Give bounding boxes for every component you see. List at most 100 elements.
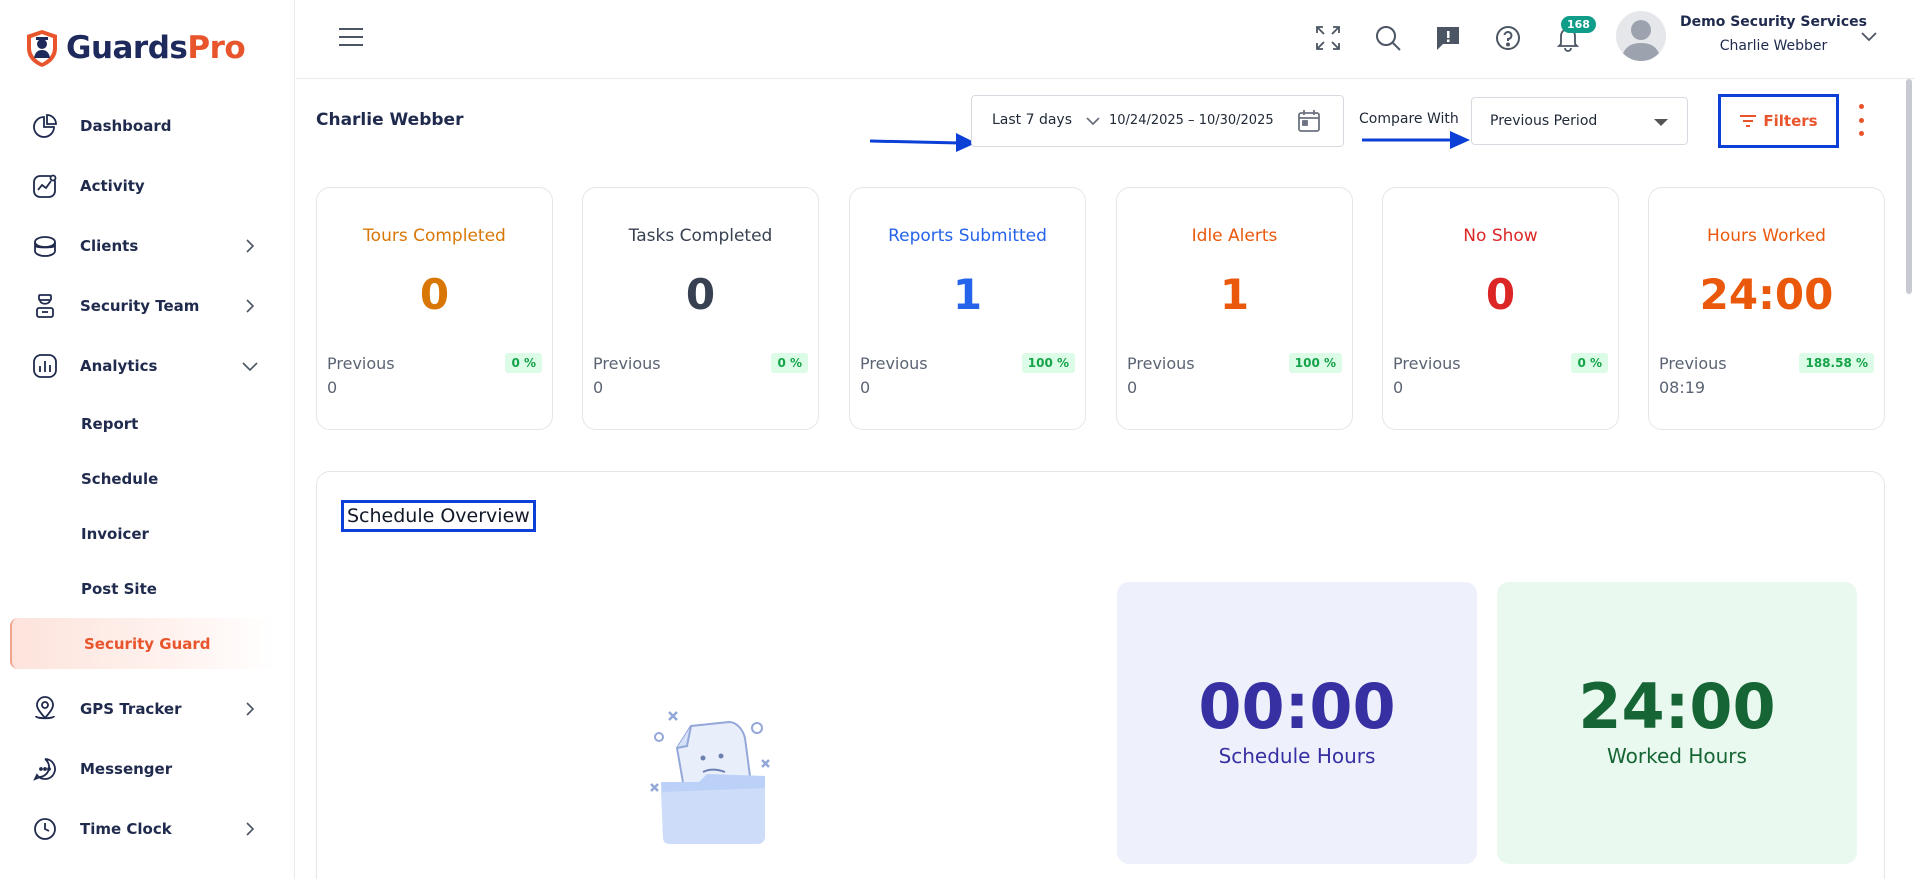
stat-previous-label: Previous bbox=[327, 354, 395, 373]
stat-previous-value: 0 bbox=[1393, 378, 1404, 397]
stat-value: 1 bbox=[1219, 270, 1250, 319]
top-header: 168 Demo Security Services Charlie Webbe… bbox=[296, 0, 1915, 79]
worked-hours-value: 24:00 bbox=[1578, 670, 1776, 743]
empty-folder-illustration-icon bbox=[650, 711, 770, 844]
sidebar-subitem-invoicer[interactable]: Invoicer bbox=[0, 506, 295, 561]
sidebar-item-gps-tracker[interactable]: GPS Tracker bbox=[0, 679, 295, 739]
filter-icon bbox=[1740, 115, 1757, 127]
sidebar-item-label: GPS Tracker bbox=[80, 700, 182, 718]
company-name: Demo Security Services bbox=[1680, 14, 1867, 30]
clock-icon bbox=[30, 814, 60, 844]
fullscreen-icon[interactable] bbox=[1312, 22, 1344, 54]
sidebar-item-label: Time Clock bbox=[80, 820, 172, 838]
sidebar-item-label: Clients bbox=[80, 237, 139, 255]
stat-change-badge: 0 % bbox=[505, 353, 542, 373]
sidebar-item-time-clock[interactable]: Time Clock bbox=[0, 799, 295, 859]
schedule-hours-box: 00:00 Schedule Hours bbox=[1117, 582, 1477, 864]
compare-with-label: Compare With bbox=[1359, 111, 1459, 127]
hamburger-menu-icon[interactable] bbox=[338, 26, 364, 48]
chevron-down-icon[interactable] bbox=[1085, 115, 1101, 127]
more-options-icon[interactable] bbox=[1856, 104, 1866, 136]
stat-previous-value: 0 bbox=[327, 378, 338, 397]
stat-value: 1 bbox=[952, 270, 983, 319]
stat-change-badge: 100 % bbox=[1021, 353, 1075, 373]
sidebar-item-label: Messenger bbox=[80, 760, 173, 778]
stat-previous-value: 0 bbox=[1127, 378, 1138, 397]
schedule-hours-label: Schedule Hours bbox=[1218, 744, 1376, 768]
sidebar-item-label: Dashboard bbox=[80, 117, 172, 135]
location-pin-icon bbox=[30, 694, 60, 724]
guard-icon bbox=[30, 291, 60, 321]
sidebar-item-label: Activity bbox=[80, 177, 145, 195]
sidebar-item-activity[interactable]: Activity bbox=[0, 156, 295, 216]
stat-previous-label: Previous bbox=[1127, 354, 1195, 373]
date-range-preset[interactable]: Last 7 days bbox=[992, 112, 1072, 128]
page-scrollbar[interactable] bbox=[1906, 79, 1912, 294]
brand-name-part1: Guards bbox=[66, 30, 188, 66]
worked-hours-label: Worked Hours bbox=[1607, 744, 1747, 768]
filters-button[interactable]: Filters bbox=[1718, 94, 1839, 148]
stat-value: 0 bbox=[1485, 270, 1516, 319]
chat-bubble-icon bbox=[30, 754, 60, 784]
stat-card-idle-alerts: Idle Alerts 1 Previous 0 100 % bbox=[1116, 187, 1353, 430]
stat-change-badge: 0 % bbox=[771, 353, 808, 373]
activity-chart-icon bbox=[30, 171, 60, 201]
stat-title: No Show bbox=[1463, 226, 1538, 246]
sidebar-subitem-report[interactable]: Report bbox=[0, 396, 295, 451]
stat-cards: Tours Completed 0 Previous 0 0 % Tasks C… bbox=[316, 187, 1885, 430]
stat-card-tasks-completed: Tasks Completed 0 Previous 0 0 % bbox=[582, 187, 819, 430]
stat-change-badge: 0 % bbox=[1571, 353, 1608, 373]
brand-name-part2: Pro bbox=[187, 30, 246, 66]
stat-change-badge: 100 % bbox=[1288, 353, 1342, 373]
sidebar-item-label: Security Team bbox=[80, 297, 200, 315]
stat-previous-label: Previous bbox=[860, 354, 928, 373]
sidebar-item-dashboard[interactable]: Dashboard bbox=[0, 96, 295, 156]
caret-down-icon bbox=[1654, 119, 1668, 126]
chevron-right-icon bbox=[246, 822, 255, 836]
stat-title: Idle Alerts bbox=[1191, 226, 1278, 246]
brand-logo[interactable]: GuardsPro bbox=[24, 28, 246, 68]
calendar-icon[interactable] bbox=[1296, 108, 1322, 134]
sidebar-item-messenger[interactable]: Messenger bbox=[0, 739, 295, 799]
sidebar-subitem-security-guard[interactable]: Security Guard bbox=[10, 618, 275, 669]
compare-period-select[interactable]: Previous Period bbox=[1471, 97, 1688, 145]
stat-card-tours-completed: Tours Completed 0 Previous 0 0 % bbox=[316, 187, 553, 430]
chevron-right-icon bbox=[246, 239, 255, 253]
date-range-picker[interactable]: Last 7 days 10/24/2025 – 10/30/2025 bbox=[971, 95, 1344, 147]
notification-count-badge: 168 bbox=[1561, 16, 1596, 33]
search-icon[interactable] bbox=[1372, 22, 1404, 54]
date-range-input[interactable]: 10/24/2025 – 10/30/2025 bbox=[1109, 113, 1287, 128]
analytics-icon bbox=[30, 351, 60, 381]
sidebar-item-clients[interactable]: Clients bbox=[0, 216, 295, 276]
stat-card-reports-submitted: Reports Submitted 1 Previous 0 100 % bbox=[849, 187, 1086, 430]
sidebar-nav: Dashboard Activity Clients Security Team bbox=[0, 96, 295, 859]
annotation-arrow bbox=[1362, 131, 1470, 149]
sidebar-subitem-schedule[interactable]: Schedule bbox=[0, 451, 295, 506]
sidebar-item-security-team[interactable]: Security Team bbox=[0, 276, 295, 336]
schedule-overview-card: Schedule Overview 00:00 Schedule Hours 2… bbox=[316, 471, 1885, 879]
page-title: Charlie Webber bbox=[316, 110, 464, 130]
stat-previous-label: Previous bbox=[1393, 354, 1461, 373]
help-icon[interactable] bbox=[1492, 22, 1524, 54]
worked-hours-box: 24:00 Worked Hours bbox=[1497, 582, 1857, 864]
stat-value: 0 bbox=[685, 270, 716, 319]
clients-icon bbox=[30, 231, 60, 261]
stat-previous-value: 08:19 bbox=[1659, 378, 1706, 397]
sidebar-item-label: Analytics bbox=[80, 357, 158, 375]
user-name: Charlie Webber bbox=[1719, 38, 1828, 54]
sidebar-item-analytics[interactable]: Analytics bbox=[0, 336, 295, 396]
stat-change-badge: 188.58 % bbox=[1799, 353, 1874, 373]
stat-previous-value: 0 bbox=[860, 378, 871, 397]
feedback-alert-icon[interactable] bbox=[1432, 22, 1464, 54]
chevron-down-icon[interactable] bbox=[1860, 30, 1878, 44]
stat-previous-label: Previous bbox=[1659, 354, 1727, 373]
stat-card-no-show: No Show 0 Previous 0 0 % bbox=[1382, 187, 1619, 430]
stat-previous-value: 0 bbox=[593, 378, 604, 397]
stat-title: Hours Worked bbox=[1707, 226, 1826, 246]
schedule-overview-title: Schedule Overview bbox=[341, 500, 536, 532]
sidebar-subitem-post-site[interactable]: Post Site bbox=[0, 561, 295, 616]
stat-title: Tasks Completed bbox=[628, 226, 773, 246]
stat-value: 24:00 bbox=[1699, 270, 1834, 319]
avatar[interactable] bbox=[1616, 11, 1666, 61]
annotation-arrow bbox=[869, 133, 976, 152]
